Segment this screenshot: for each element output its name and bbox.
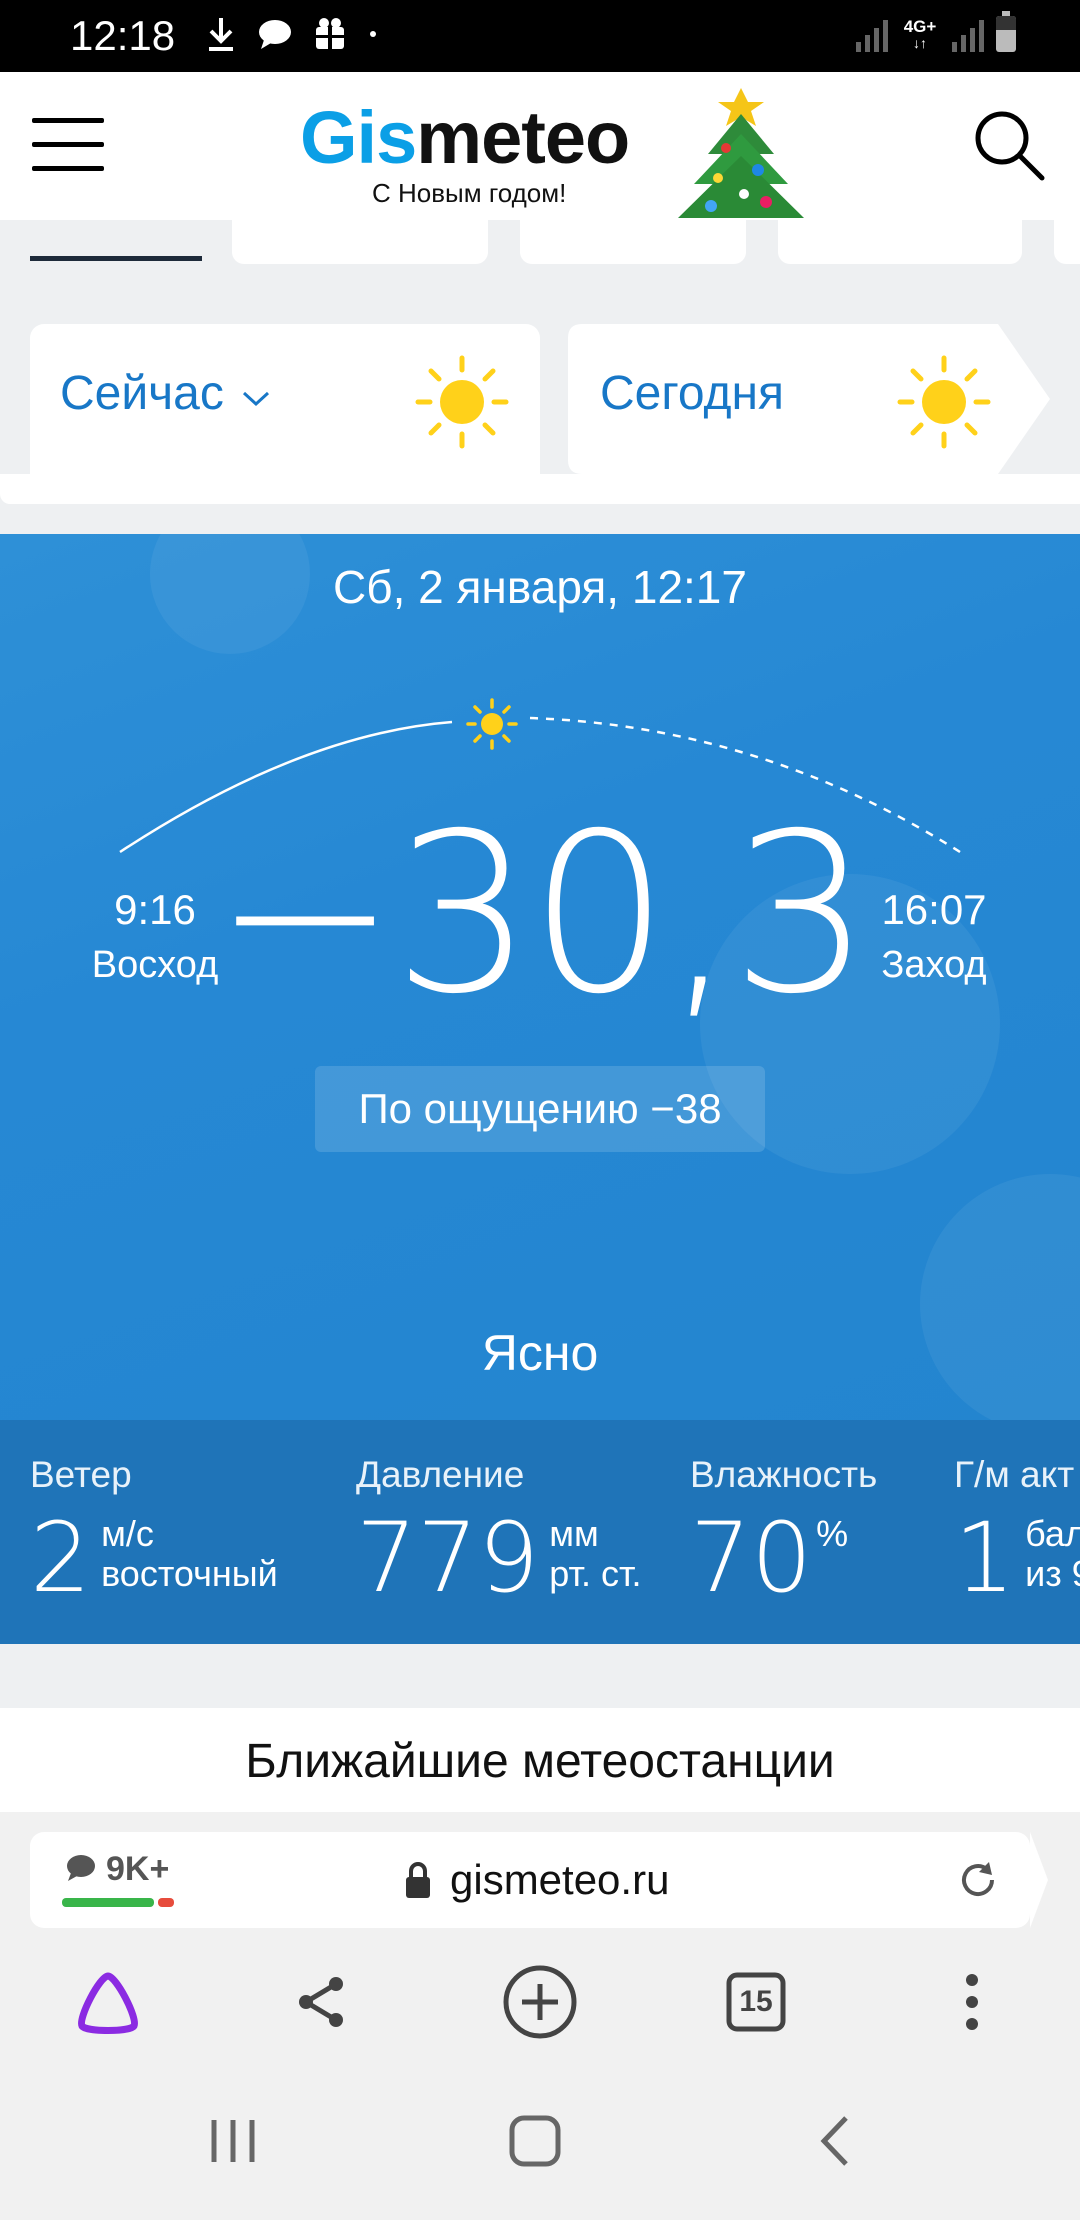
dot-icon xyxy=(370,31,376,37)
today-label: Сегодня xyxy=(600,367,784,420)
day-tabs xyxy=(0,220,1080,270)
logo-meteo: meteo xyxy=(416,96,630,179)
geomagnetic-value: 1 xyxy=(954,1502,1016,1614)
temperature-wrap: −30,3 xyxy=(0,804,1080,1024)
menu-button[interactable] xyxy=(32,118,104,171)
day-tab[interactable] xyxy=(520,220,746,264)
current-temperature: −30,3 xyxy=(212,786,871,1042)
nearby-stations-title: Ближайшие метеостанции xyxy=(245,1735,835,1788)
wind-metric: Ветер 2 м/с восточный xyxy=(30,1454,278,1606)
address-bar[interactable]: 9K+ gismeteo.ru xyxy=(30,1832,1030,1928)
reload-icon[interactable] xyxy=(956,1858,1000,1902)
comments-count[interactable]: 9K+ xyxy=(106,1850,169,1889)
system-nav-bar xyxy=(0,2062,1080,2220)
pressure-label: Давление xyxy=(356,1454,525,1495)
battery-icon xyxy=(996,11,1016,52)
search-icon[interactable] xyxy=(970,106,1046,182)
message-icon xyxy=(259,20,291,49)
humidity-metric: Влажность 70 % xyxy=(690,1454,877,1606)
christmas-tree-icon xyxy=(678,88,804,218)
day-tab[interactable] xyxy=(232,220,488,264)
today-card-base xyxy=(540,474,1080,504)
sun-position-icon xyxy=(466,698,518,750)
feels-like: По ощущению −38 xyxy=(315,1066,765,1152)
alice-assistant-icon[interactable] xyxy=(68,1962,148,2042)
day-tab[interactable] xyxy=(778,220,1022,264)
status-bar: 12:18 4G+ ↓↑ xyxy=(0,0,1080,72)
nearby-stations-section[interactable]: Ближайшие метеостанции xyxy=(0,1708,1080,1814)
download-icon xyxy=(209,18,233,51)
geomagnetic-unit: бал xyxy=(1025,1513,1080,1554)
wind-label: Ветер xyxy=(30,1454,132,1495)
tagline: С Новым годом! xyxy=(372,178,567,208)
more-menu-icon[interactable] xyxy=(932,1962,1012,2042)
pressure-unit: мм xyxy=(549,1513,599,1554)
rating-bar-negative xyxy=(158,1898,174,1907)
humidity-unit: % xyxy=(816,1513,849,1554)
url-text[interactable]: gismeteo.ru xyxy=(450,1856,669,1904)
home-icon[interactable] xyxy=(500,2106,570,2176)
signal-icon xyxy=(856,16,888,52)
tabs-count: 15 xyxy=(739,1985,773,2018)
logo[interactable]: Gismeteo xyxy=(300,100,630,176)
now-label: Сейчас xyxy=(60,367,224,420)
network-type: 4G+ ↓↑ xyxy=(903,17,937,51)
now-card[interactable]: Сейчас xyxy=(30,324,540,504)
status-time: 12:18 xyxy=(70,12,176,59)
wind-direction: восточный xyxy=(101,1553,278,1594)
gift-icon xyxy=(316,18,344,51)
address-bar-arrow xyxy=(1030,1832,1048,1928)
active-tab-indicator xyxy=(30,256,202,261)
app-header: Gismeteo С Новым годом! xyxy=(0,72,1080,220)
comments-icon xyxy=(67,1855,95,1881)
rating-bar-positive xyxy=(62,1898,154,1907)
humidity-label: Влажность xyxy=(690,1454,878,1495)
weather-condition: Ясно xyxy=(481,1325,599,1381)
now-card-base xyxy=(0,474,30,504)
day-tab[interactable] xyxy=(1054,220,1080,264)
weather-metrics: Ветер 2 м/с восточный Давление 779 мм рт… xyxy=(0,1420,1080,1644)
geomagnetic-label: Г/м акт xyxy=(954,1454,1075,1495)
pressure-unit-2: рт. ст. xyxy=(549,1553,642,1594)
chevron-down-icon xyxy=(243,391,270,407)
tabs-button[interactable]: 15 xyxy=(716,1962,796,2042)
now-label-row: Сейчас xyxy=(60,366,271,421)
pressure-value: 779 xyxy=(356,1502,540,1614)
wind-value: 2 xyxy=(30,1502,92,1614)
humidity-value: 70 xyxy=(690,1502,813,1614)
new-tab-icon[interactable] xyxy=(500,1962,580,2042)
sun-icon xyxy=(897,355,991,449)
share-icon[interactable] xyxy=(282,1962,362,2042)
back-icon[interactable] xyxy=(802,2106,872,2176)
geomagnetic-metric: Г/м акт 1 бал из 9 xyxy=(954,1454,1080,1606)
sun-icon xyxy=(415,355,509,449)
signal-icon xyxy=(952,16,984,52)
pressure-metric: Давление 779 мм рт. ст. xyxy=(356,1454,641,1606)
recent-apps-icon[interactable] xyxy=(198,2106,268,2176)
current-weather-panel: Сб, 2 января, 12:17 9:16 Восход 16:07 За… xyxy=(0,534,1080,1420)
wind-unit: м/с xyxy=(101,1513,154,1554)
logo-gis: Gis xyxy=(300,96,417,179)
browser-toolbar: 9K+ gismeteo.ru 15 xyxy=(0,1812,1080,2062)
geomagnetic-scale: из 9 xyxy=(1025,1553,1080,1594)
lock-icon xyxy=(406,1862,430,1898)
